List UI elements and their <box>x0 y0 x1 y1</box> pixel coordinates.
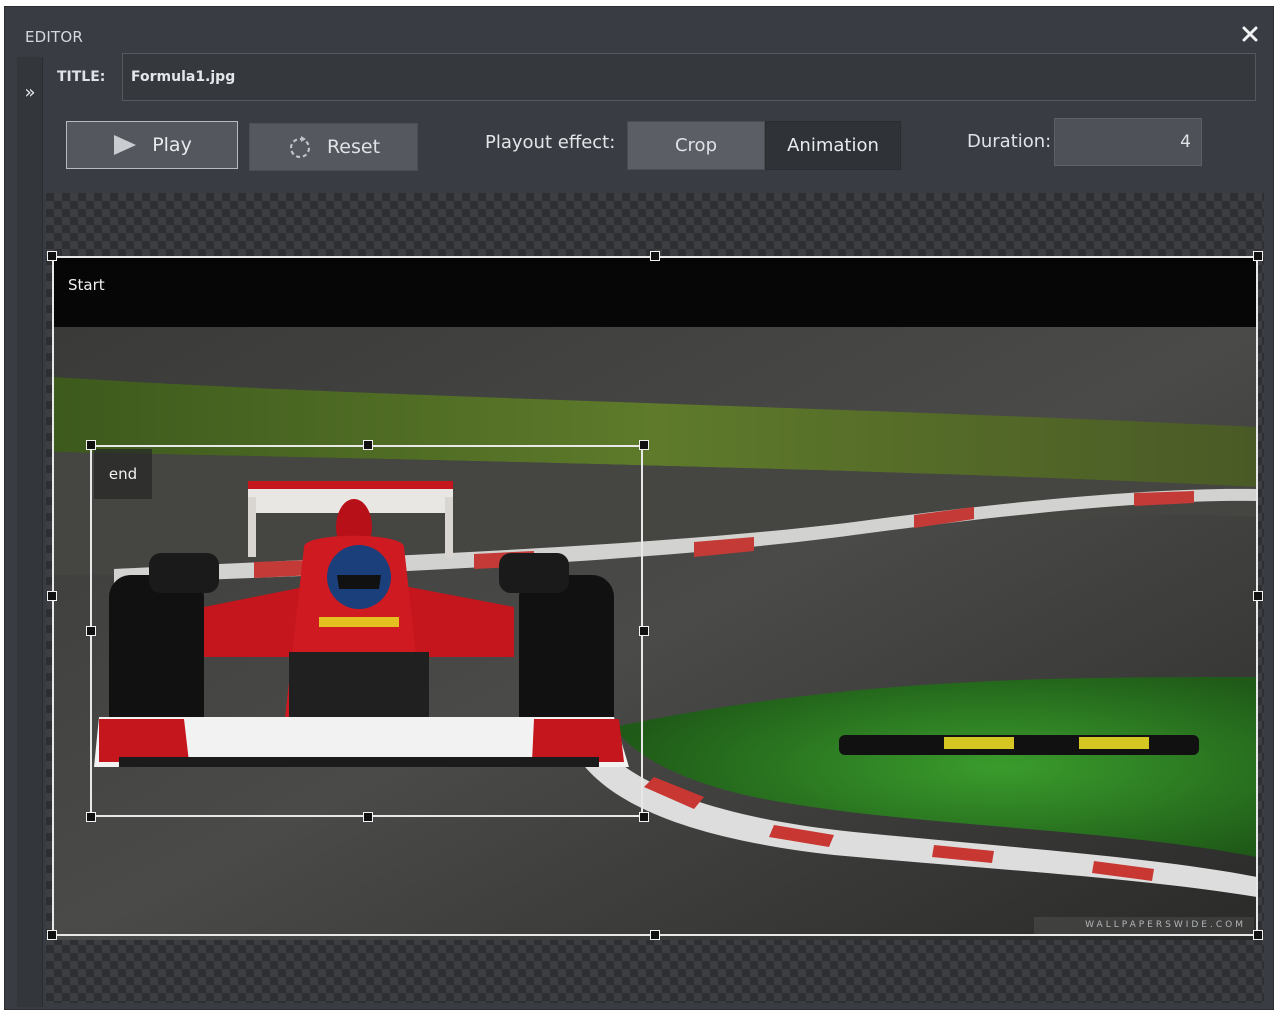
close-icon <box>1242 26 1258 42</box>
play-button-label: Play <box>152 134 192 156</box>
watermark-text: WALLPAPERSWIDE.COM <box>1085 920 1246 930</box>
effect-option-animation[interactable]: Animation <box>765 121 901 170</box>
start-frame-handle-bottom-right[interactable] <box>1253 930 1263 940</box>
start-frame-handle-bottom-middle[interactable] <box>650 930 660 940</box>
double-chevron-right-icon: » <box>24 81 36 103</box>
end-frame-handle-top-left[interactable] <box>86 440 96 450</box>
side-panel-strip: » <box>17 57 43 1007</box>
end-frame-handle-middle-left[interactable] <box>86 626 96 636</box>
reset-button-label: Reset <box>326 136 381 158</box>
start-frame-handle-top-middle[interactable] <box>650 251 660 261</box>
end-frame-handle-top-middle[interactable] <box>363 440 373 450</box>
end-frame-handle-bottom-middle[interactable] <box>363 812 373 822</box>
playout-effect-label: Playout effect: <box>485 132 616 153</box>
reset-icon <box>287 134 313 160</box>
title-input[interactable] <box>122 53 1256 101</box>
window-title: EDITOR <box>25 28 84 46</box>
reset-button[interactable]: Reset <box>249 123 418 171</box>
end-frame-handle-bottom-right[interactable] <box>639 812 649 822</box>
duration-label: Duration: <box>967 131 1052 152</box>
start-frame-handle-top-right[interactable] <box>1253 251 1263 261</box>
duration-input[interactable] <box>1054 118 1202 166</box>
start-frame-label: Start <box>68 276 105 294</box>
close-button[interactable] <box>1239 23 1261 45</box>
start-frame-handle-top-left[interactable] <box>47 251 57 261</box>
end-frame-handle-middle-right[interactable] <box>639 626 649 636</box>
start-frame-handle-bottom-left[interactable] <box>47 930 57 940</box>
end-frame-label: end <box>94 449 152 499</box>
editor-window: EDITOR » TITLE: Play Reset Playout effec… <box>4 6 1274 1010</box>
end-frame-handle-bottom-left[interactable] <box>86 812 96 822</box>
preview-canvas: Start WALLPAPERSWIDE.COM end <box>46 193 1264 1003</box>
start-frame-handle-middle-right[interactable] <box>1253 591 1263 601</box>
start-frame-handle-middle-left[interactable] <box>47 591 57 601</box>
play-icon <box>112 134 138 156</box>
end-crop-frame[interactable]: end <box>90 445 643 817</box>
end-frame-handle-top-right[interactable] <box>639 440 649 450</box>
play-button[interactable]: Play <box>66 121 238 169</box>
effect-option-crop[interactable]: Crop <box>627 121 765 170</box>
expand-sidebar-button[interactable]: » <box>17 81 43 103</box>
title-field-label: TITLE: <box>57 69 106 85</box>
